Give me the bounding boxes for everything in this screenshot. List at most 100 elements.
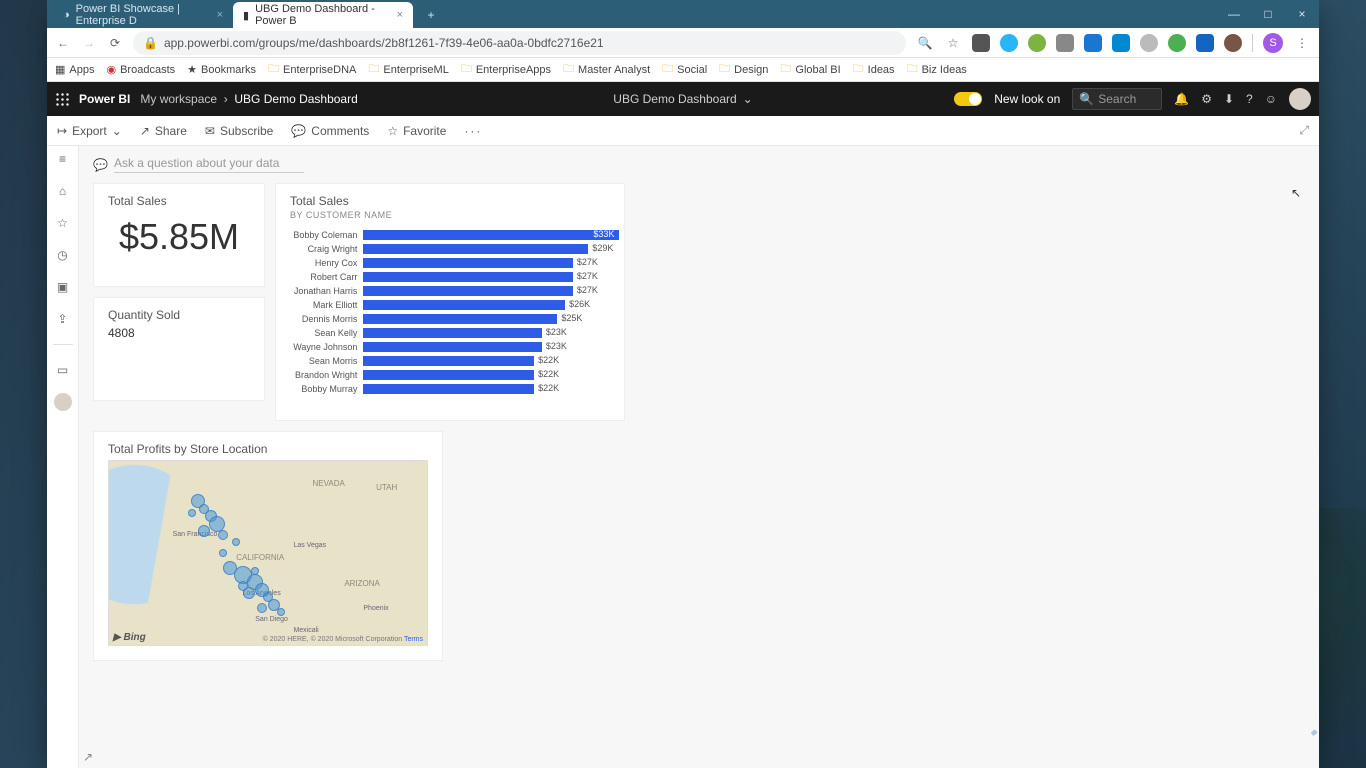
extension-icon[interactable] (1000, 34, 1018, 52)
total-sales-card[interactable]: Total Sales $5.85M (93, 183, 265, 287)
bing-logo: ▶ Bing (113, 632, 146, 643)
map-label: ARIZONA (344, 579, 380, 588)
nav-workspaces-icon[interactable]: ▭ (54, 361, 72, 379)
chrome-profile[interactable]: S (1263, 33, 1283, 53)
qna-input[interactable]: 💬 Ask a question about your data (93, 152, 1305, 183)
get-help-icon[interactable]: ↗ (83, 750, 93, 764)
bookmark-item[interactable]: 🗀 Social (662, 60, 707, 79)
total-sales-value: $5.85M (108, 216, 250, 258)
subscribe-button[interactable]: ✉ Subscribe (205, 124, 273, 138)
new-tab-button[interactable]: + (419, 4, 443, 28)
extension-icon[interactable] (972, 34, 990, 52)
more-options[interactable]: ··· (464, 124, 482, 138)
extension-icon[interactable] (1168, 34, 1186, 52)
nav-my-workspace[interactable] (54, 393, 72, 411)
quantity-sold-card[interactable]: Quantity Sold 4808 (93, 297, 265, 401)
bar-row: Sean Kelly$23K (290, 326, 610, 340)
bar-category: Wayne Johnson (290, 342, 363, 352)
bar-value: $22K (538, 355, 559, 365)
bar-category: Bobby Murray (290, 384, 363, 394)
browser-tab-active[interactable]: ▮ UBG Demo Dashboard - Power B × (233, 2, 413, 28)
map-visual[interactable]: NEVADA UTAH CALIFORNIA ARIZONA San Franc… (108, 460, 428, 646)
reload-icon[interactable]: ⟳ (107, 36, 123, 50)
bar-value: $23K (546, 341, 567, 351)
tab-title: Power BI Showcase | Enterprise D (76, 3, 207, 27)
bar-row: Bobby Coleman$33K (290, 228, 610, 242)
breadcrumb[interactable]: My workspace › UBG Demo Dashboard (140, 92, 357, 106)
minimize-icon[interactable]: — (1217, 0, 1251, 28)
close-window-icon[interactable]: × (1285, 0, 1319, 28)
bookmark-item[interactable]: 🗀 EnterpriseDNA (268, 60, 356, 79)
bar-value: $22K (538, 369, 559, 379)
maximize-icon[interactable]: □ (1251, 0, 1285, 28)
fullscreen-icon[interactable]: ⤢ (1299, 123, 1309, 138)
bookmark-item[interactable]: ◉ Broadcasts (106, 63, 175, 76)
quantity-sold-value: 4808 (108, 326, 250, 340)
nav-home-icon[interactable]: ⌂ (54, 182, 72, 200)
user-avatar[interactable] (1289, 88, 1311, 110)
new-look-toggle[interactable] (954, 92, 982, 106)
cursor-icon: ↖ (1291, 186, 1301, 200)
url-input[interactable]: 🔒 app.powerbi.com/groups/me/dashboards/2… (133, 31, 906, 55)
extension-icon[interactable] (1224, 34, 1242, 52)
bar-value: $27K (577, 285, 598, 295)
bar-value: $25K (561, 313, 582, 323)
bookmark-item[interactable]: 🗀 Global BI (780, 60, 840, 79)
extension-icon[interactable] (1112, 34, 1130, 52)
bookmark-item[interactable]: 🗀 Master Analyst (563, 60, 650, 79)
extension-icon[interactable] (1028, 34, 1046, 52)
help-icon[interactable]: ? (1246, 92, 1253, 106)
favorite-button[interactable]: ☆ Favorite (387, 124, 446, 138)
download-icon[interactable]: ⬇ (1224, 92, 1234, 106)
nav-rail: ≡ ⌂ ☆ ◷ ▣ ⇪ ▭ (47, 146, 79, 768)
extension-icon[interactable] (1196, 34, 1214, 52)
url-text: app.powerbi.com/groups/me/dashboards/2b8… (164, 36, 604, 50)
nav-shared-icon[interactable]: ⇪ (54, 310, 72, 328)
bar-value: $26K (569, 299, 590, 309)
new-look-label: New look on (994, 92, 1060, 106)
extension-icon[interactable] (1140, 34, 1158, 52)
bar-row: Jonathan Harris$27K (290, 284, 610, 298)
extension-icon[interactable] (1084, 34, 1102, 52)
nav-recent-icon[interactable]: ◷ (54, 246, 72, 264)
bookmark-item[interactable]: 🗀 Ideas (853, 60, 895, 79)
nav-favorites-icon[interactable]: ☆ (54, 214, 72, 232)
back-icon[interactable]: ← (55, 36, 71, 50)
share-button[interactable]: ↗ Share (140, 124, 187, 138)
dashboard-canvas: ↖ 💬 Ask a question about your data Total… (79, 146, 1319, 768)
bar-row: Dennis Morris$25K (290, 312, 610, 326)
close-icon[interactable]: × (217, 9, 223, 21)
bar-value: $23K (546, 327, 567, 337)
notification-icon[interactable]: 🔔 (1174, 92, 1189, 106)
bookmark-item[interactable]: 🗀 EnterpriseApps (461, 60, 551, 79)
chrome-menu-icon[interactable]: ⋮ (1293, 36, 1311, 50)
comments-button[interactable]: 💬 Comments (291, 124, 369, 138)
close-icon[interactable]: × (397, 9, 403, 21)
extension-icon[interactable] (1056, 34, 1074, 52)
app-launcher-icon[interactable] (55, 92, 69, 106)
bookmark-item[interactable]: 🗀 Design (719, 60, 768, 79)
export-button[interactable]: ↦ Export ⌄ (57, 124, 122, 138)
search-input[interactable]: 🔍 Search (1072, 88, 1162, 110)
map-terms-link[interactable]: Terms (404, 636, 423, 643)
bar-value: $27K (577, 257, 598, 267)
nav-apps-icon[interactable]: ▣ (54, 278, 72, 296)
chart-title: Total Sales (290, 194, 610, 208)
star-icon[interactable]: ☆ (944, 36, 962, 50)
settings-icon[interactable]: ⚙ (1201, 92, 1212, 106)
address-bar: ← → ⟳ 🔒 app.powerbi.com/groups/me/dashbo… (47, 28, 1319, 58)
bookmark-item[interactable]: 🗀 Biz Ideas (907, 60, 967, 79)
apps-button[interactable]: ▦ Apps (55, 63, 94, 76)
header-title-dropdown[interactable]: UBG Demo Dashboard ⌄ (613, 92, 752, 106)
browser-tab[interactable]: ◑ Power BI Showcase | Enterprise D × (53, 2, 233, 28)
total-profits-map-tile[interactable]: Total Profits by Store Location NEVADA U… (93, 431, 443, 661)
nav-hamburger-icon[interactable]: ≡ (54, 150, 72, 168)
total-sales-by-customer-chart[interactable]: Total Sales BY CUSTOMER NAME Bobby Colem… (275, 183, 625, 421)
bookmark-item[interactable]: 🗀 EnterpriseML (368, 60, 448, 79)
bar-category: Craig Wright (290, 244, 363, 254)
feedback-icon[interactable]: ☺ (1265, 92, 1277, 106)
forward-icon[interactable]: → (81, 36, 97, 50)
map-bubble (257, 603, 267, 613)
zoom-icon[interactable]: 🔍 (916, 36, 934, 50)
bookmark-item[interactable]: ★ Bookmarks (187, 63, 256, 76)
